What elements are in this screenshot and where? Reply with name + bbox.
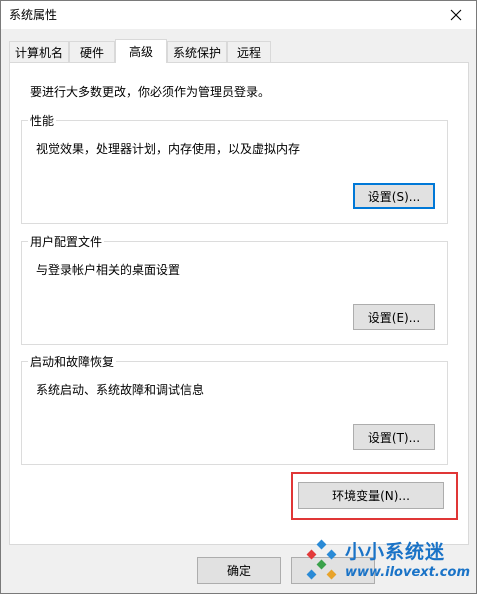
tab-system-protection[interactable]: 系统保护 — [167, 41, 227, 62]
close-icon — [450, 9, 462, 21]
tab-label: 计算机名 — [14, 45, 63, 60]
startup-recovery-settings-button[interactable]: 设置(T)... — [353, 424, 435, 450]
button-label: 确定 — [226, 564, 251, 578]
tab-advanced[interactable]: 高级 — [115, 39, 167, 63]
button-label: 环境变量(N)... — [332, 489, 410, 503]
tab-hardware[interactable]: 硬件 — [69, 41, 115, 62]
performance-group-title: 性能 — [28, 112, 57, 129]
user-profiles-group: 用户配置文件 与登录帐户相关的桌面设置 设置(E)... — [21, 233, 448, 345]
site-watermark: 小小系统迷 www.ilovext.com — [299, 533, 477, 595]
tab-label: 高级 — [128, 45, 153, 59]
user-profiles-settings-button[interactable]: 设置(E)... — [353, 304, 435, 330]
tab-computer-name[interactable]: 计算机名 — [9, 41, 69, 62]
watermark-brand: 小小系统迷 — [345, 541, 446, 563]
startup-recovery-group-title: 启动和故障恢复 — [28, 353, 117, 370]
logo-icon — [306, 539, 337, 580]
close-button[interactable] — [436, 1, 476, 29]
environment-variables-button[interactable]: 环境变量(N)... — [298, 482, 444, 509]
startup-recovery-group: 启动和故障恢复 系统启动、系统故障和调试信息 设置(T)... — [21, 353, 448, 465]
button-label: 设置(S)... — [367, 189, 421, 204]
system-properties-window: 系统属性 计算机名 硬件 高级 系统保护 远程 要进行大多数更改，你必须作为管理… — [0, 0, 477, 594]
tab-label: 远程 — [236, 45, 261, 60]
button-label: 设置(E)... — [367, 310, 421, 325]
tab-label: 系统保护 — [172, 45, 221, 60]
admin-notice: 要进行大多数更改，你必须作为管理员登录。 — [30, 85, 271, 99]
ok-button[interactable]: 确定 — [197, 557, 281, 584]
startup-recovery-description: 系统启动、系统故障和调试信息 — [36, 383, 205, 397]
watermark-url: www.ilovext.com — [345, 565, 470, 580]
performance-group: 性能 视觉效果，处理器计划，内存使用，以及虚拟内存 设置(S)... — [21, 112, 448, 224]
user-profiles-group-title: 用户配置文件 — [28, 233, 105, 250]
tab-label: 硬件 — [79, 45, 104, 60]
performance-description: 视觉效果，处理器计划，内存使用，以及虚拟内存 — [36, 142, 301, 156]
button-label: 设置(T)... — [367, 430, 421, 445]
window-title: 系统属性 — [9, 8, 58, 22]
title-bar: 系统属性 — [1, 1, 476, 29]
user-profiles-description: 与登录帐户相关的桌面设置 — [36, 263, 181, 277]
tab-remote[interactable]: 远程 — [227, 41, 271, 62]
performance-settings-button[interactable]: 设置(S)... — [353, 183, 435, 209]
